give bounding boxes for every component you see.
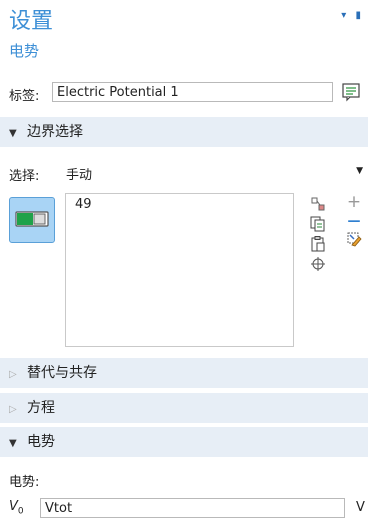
selection-list[interactable]: 49 <box>65 193 294 347</box>
list-item[interactable]: 49 <box>66 194 293 212</box>
selection-dropdown[interactable]: 手动 ▼ <box>52 162 365 183</box>
clear-selection-icon[interactable] <box>346 231 362 247</box>
potential-symbol: V0 <box>9 499 24 517</box>
collapsed-arrow-icon: ▷ <box>9 369 17 380</box>
section-label: 电势 <box>27 434 55 450</box>
tag-label: 标签: <box>9 89 40 104</box>
clipboard-icon[interactable] <box>310 236 326 252</box>
tag-input[interactable]: Electric Potential 1 <box>52 82 333 102</box>
selection-label: 选择: <box>9 169 40 184</box>
notes-icon[interactable] <box>341 82 361 102</box>
expanded-arrow-icon: ▼ <box>9 128 17 139</box>
activate-selection-toggle[interactable] <box>9 197 55 243</box>
add-icon[interactable]: + <box>346 192 362 212</box>
section-override-coexistence[interactable]: ▷ 替代与共存 <box>0 358 368 388</box>
potential-input[interactable]: Vtot <box>40 498 345 518</box>
selection-tools <box>310 196 326 272</box>
copy-selection-icon[interactable] <box>310 196 326 212</box>
toggle-switch-icon <box>15 211 49 227</box>
zoom-to-selection-icon[interactable] <box>310 256 326 272</box>
section-label: 边界选择 <box>27 124 83 140</box>
expanded-arrow-icon: ▼ <box>9 438 17 449</box>
potential-label: 电势: <box>9 475 40 490</box>
list-edit-tools: + — <box>346 192 362 247</box>
chevron-down-icon: ▼ <box>356 166 363 176</box>
settings-title: 设置 <box>9 9 54 34</box>
collapsed-arrow-icon: ▷ <box>9 404 17 415</box>
section-boundary-selection[interactable]: ▼ 边界选择 <box>0 117 368 147</box>
section-label: 替代与共存 <box>27 365 97 381</box>
symbol-letter: V <box>9 499 18 514</box>
selection-value: 手动 <box>66 168 93 183</box>
section-label: 方程 <box>27 400 55 416</box>
node-type-label: 电势 <box>9 42 40 60</box>
symbol-subscript: 0 <box>17 506 24 517</box>
remove-icon[interactable]: — <box>346 213 362 229</box>
section-equation[interactable]: ▷ 方程 <box>0 393 368 423</box>
paste-list-icon[interactable] <box>310 216 326 232</box>
pin-window-icon[interactable]: ▾ ▮ <box>341 10 364 21</box>
section-electric-potential[interactable]: ▼ 电势 <box>0 427 368 457</box>
unit-label: V <box>356 500 365 515</box>
